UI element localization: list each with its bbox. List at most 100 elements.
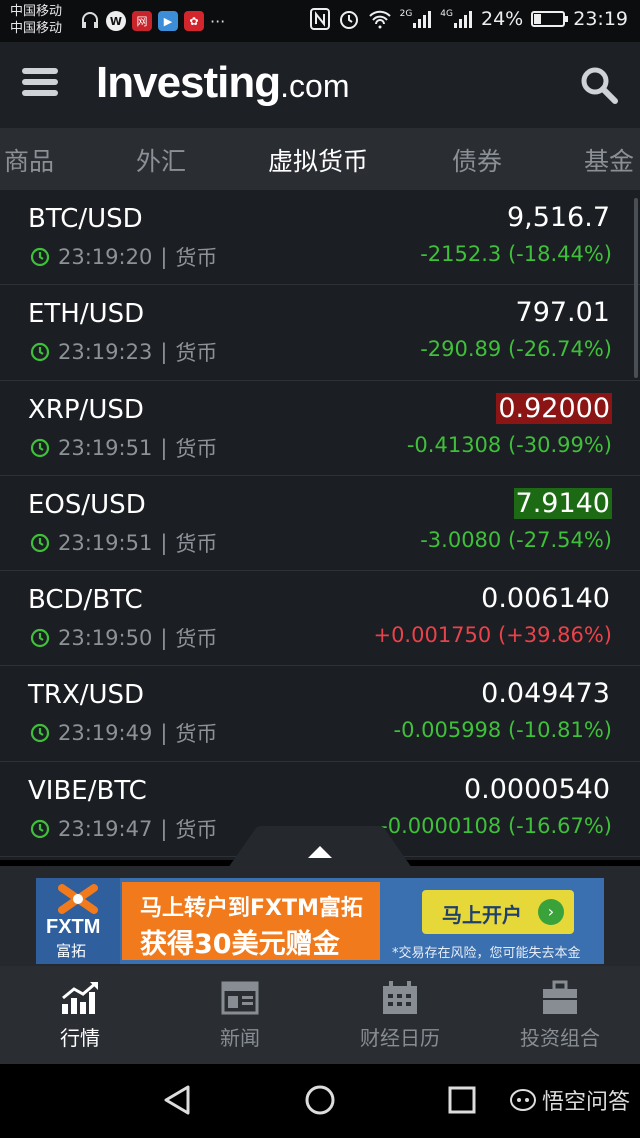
quote-time: 23:19:23 <box>58 340 153 365</box>
recents-icon[interactable] <box>448 1086 476 1114</box>
quote-separator: | <box>160 721 168 746</box>
quote-change: -3.0080 (-27.54%) <box>420 527 612 552</box>
quote-separator: | <box>160 816 168 841</box>
quote-price: 9,516.7 <box>506 202 610 233</box>
quote-pair: XRP/USD <box>28 394 144 425</box>
tab-crypto[interactable]: 虚拟货币 <box>268 142 368 178</box>
w-app-icon: W <box>106 11 126 31</box>
quote-pair: ETH/USD <box>28 299 145 330</box>
more-notifications: ··· <box>210 11 226 31</box>
quote-pair: EOS/USD <box>28 489 146 520</box>
fxtm-logo-icon <box>58 884 98 914</box>
quote-type: 货币 <box>175 627 218 652</box>
battery-fill <box>534 14 542 24</box>
fxtm-brand: FXTM <box>46 916 101 938</box>
network-type-1: 2G <box>399 9 413 19</box>
nav-calendar-label: 财经日历 <box>360 1026 440 1050</box>
logo-suffix: .com <box>280 68 350 104</box>
android-navigation-bar: 悟空问答 <box>0 1064 640 1138</box>
quote-row[interactable]: EOS/USD 23:19:51 | 货币 7.9140 -3.0080 (-27.54%… <box>0 476 640 572</box>
back-icon[interactable] <box>162 1084 192 1116</box>
newspaper-icon <box>221 981 259 1015</box>
quote-row[interactable]: ETH/USD 23:19:23 | 货币 797.01 -290.89 (-26.74%… <box>0 285 640 381</box>
bottom-navigation: 行情 新闻 财经日历 投资组合 <box>0 966 640 1064</box>
quote-meta: 23:19:47 | 货币 <box>30 814 217 844</box>
nav-portfolio[interactable]: 投资组合 <box>480 980 640 1051</box>
quote-meta: 23:19:51 | 货币 <box>30 528 217 558</box>
home-icon[interactable] <box>304 1084 336 1116</box>
nav-portfolio-label: 投资组合 <box>520 1026 600 1050</box>
carrier-1: 中国移动 <box>10 4 63 19</box>
quote-change: -0.0000108 (-16.67%) <box>380 813 612 838</box>
quote-type: 货币 <box>175 341 218 366</box>
scrollbar[interactable] <box>634 198 638 378</box>
quote-time: 23:19:20 <box>58 245 153 269</box>
quote-price: 7.9140 <box>513 487 612 519</box>
quote-type: 货币 <box>175 817 218 842</box>
quote-pair: BCD/BTC <box>28 585 143 616</box>
quote-row[interactable]: XRP/USD 23:19:51 | 货币 0.92000 -0.41308 (-30.9… <box>0 381 640 476</box>
ad-promo-box: 马上转户到FXTM富拓 获得30美元赠金 <box>122 882 380 960</box>
tab-bonds[interactable]: 债券 <box>452 142 502 178</box>
network-type-2: 4G <box>440 9 453 19</box>
status-bar: 中国移动 中国移动 W 网 ▶ ✿ ··· 2G 4G 24% 23:19 <box>0 0 640 42</box>
quote-separator: | <box>160 530 168 555</box>
huawei-app-icon: ✿ <box>184 11 204 31</box>
quote-meta: 23:19:50 | 货币 <box>30 623 217 653</box>
nav-markets[interactable]: 行情 <box>0 980 160 1051</box>
arrow-right-icon: › <box>538 899 564 925</box>
nfc-icon <box>309 8 330 30</box>
briefcase-icon <box>543 980 577 1014</box>
quote-row[interactable]: BTC/USD 23:19:20 | 货币 9,516.7 -2152.3 (-18.44… <box>0 190 640 286</box>
nav-calendar[interactable]: 财经日历 <box>320 980 480 1051</box>
carrier-labels: 中国移动 中国移动 <box>10 3 62 37</box>
wifi-icon <box>368 10 391 29</box>
video-app-icon: ▶ <box>158 11 178 31</box>
ad-container: FXTM 富拓 马上转户到FXTM富拓 获得30美元赠金 马上开户 › *交易存… <box>0 866 640 966</box>
logo-main: Investing <box>96 58 281 107</box>
calendar-icon <box>383 981 417 1014</box>
quote-time: 23:19:49 <box>58 721 153 746</box>
quote-time: 23:19:51 <box>58 530 153 555</box>
clock-icon <box>30 819 50 838</box>
ad-offer: 获得30美元赠金 <box>140 929 340 960</box>
collapse-toggle-icon[interactable] <box>228 826 412 868</box>
nav-news[interactable]: 新闻 <box>160 980 320 1051</box>
app-header: Investing.com <box>0 42 640 128</box>
quote-type: 货币 <box>175 722 218 747</box>
quote-change: -2152.3 (-18.44%) <box>420 242 612 266</box>
quote-row[interactable]: BCD/BTC 23:19:50 | 货币 0.006140 +0.001750 (+39… <box>0 571 640 667</box>
quote-change: -0.41308 (-30.99%) <box>406 432 612 457</box>
quote-time: 23:19:50 <box>58 626 153 651</box>
wukong-watermark: 悟空问答 <box>509 1084 630 1116</box>
watermark-text: 悟空问答 <box>541 1090 630 1115</box>
alarm-icon <box>339 11 358 29</box>
quote-time: 23:19:51 <box>58 435 153 460</box>
notification-icons: W 网 ▶ ✿ ··· <box>80 11 225 31</box>
news-app-icon: 网 <box>132 11 152 31</box>
quote-time: 23:19:47 <box>58 816 153 841</box>
quote-type: 货币 <box>175 436 218 461</box>
search-icon[interactable] <box>580 66 618 104</box>
open-account-button[interactable]: 马上开户 › <box>422 890 574 934</box>
quote-change: -0.005998 (-10.81%) <box>393 718 613 743</box>
tab-commodities[interactable]: 商品 <box>4 142 54 178</box>
hamburger-menu-icon[interactable] <box>22 68 58 100</box>
ad-headline: 马上转户到FXTM富拓 <box>140 896 363 921</box>
clock-icon <box>30 533 50 552</box>
wukong-logo-icon <box>509 1089 536 1111</box>
headset-icon <box>82 12 98 28</box>
battery-icon <box>531 11 569 27</box>
quote-change: -290.89 (-26.74%) <box>420 337 612 362</box>
quote-row[interactable]: TRX/USD 23:19:49 | 货币 0.049473 -0.005998 (-10… <box>0 666 640 762</box>
nav-news-label: 新闻 <box>220 1026 260 1050</box>
fxtm-logo: FXTM 富拓 <box>36 878 120 964</box>
tab-forex[interactable]: 外汇 <box>136 142 186 178</box>
chart-icon <box>62 981 98 1014</box>
tab-funds[interactable]: 基金 <box>584 142 634 178</box>
ad-disclaimer: *交易存在风险，您可能失去本金 <box>392 946 581 961</box>
clock-icon <box>30 343 50 362</box>
fxtm-ad-banner[interactable]: FXTM 富拓 马上转户到FXTM富拓 获得30美元赠金 马上开户 › *交易存… <box>36 878 604 964</box>
signal-icon-1 <box>413 11 432 28</box>
clock-icon <box>30 629 50 648</box>
